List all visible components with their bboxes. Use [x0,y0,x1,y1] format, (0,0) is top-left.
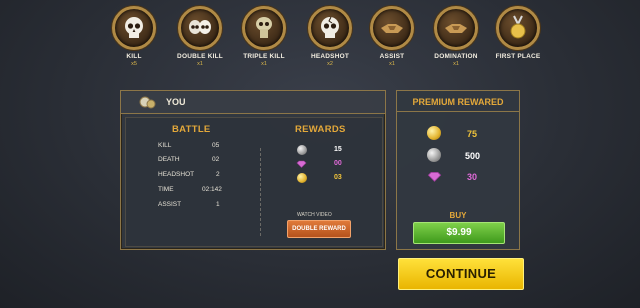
battle-title: BATTLE [172,124,211,135]
pink-gem-icon [296,160,307,168]
medal-first-place: FIRST PLACE [488,6,548,61]
medal-kill: KILL x5 [104,6,164,67]
reward-value: 03 [334,174,342,181]
stat-value: 1 [216,201,220,208]
pink-gem-icon [427,172,442,182]
triple-skull-icon [242,6,286,50]
medal-name: DOUBLE KILL [177,53,223,60]
gold-coin-icon [297,173,307,183]
handshake-icon [434,6,478,50]
gold-medal-icon [496,6,540,50]
stat-value: 02:142 [202,186,222,193]
stat-label: KILL [158,142,172,149]
medal-name: KILL [126,53,142,60]
results-panel: YOU BATTLE REWARDS KILL 05 DEATH 02 HEAD… [120,90,386,250]
medal-name: TRIPLE KILL [243,53,285,60]
column-divider [260,148,261,236]
medal-headshot: HEADSHOT x2 [300,6,360,67]
medal-badge-icon [139,96,156,109]
skull-icon [112,6,156,50]
premium-title: PREMIUM REWARED [412,97,504,107]
premium-value: 30 [467,172,478,182]
cracked-skull-icon [308,6,352,50]
medal-assist: ASSIST x1 [362,6,422,67]
panel-header: YOU [121,91,385,114]
reward-value: 15 [334,146,342,153]
stat-label: DEATH [158,156,180,163]
medals-row: KILL x5 DOUBLE KILL x1 TRIPLE KILL x1 HE… [104,6,544,86]
medal-name: DOMINATION [434,53,478,60]
stat-label: TIME [158,186,174,193]
double-skull-icon [178,6,222,50]
gold-coin-icon [427,126,441,140]
medal-triple-kill: TRIPLE KILL x1 [234,6,294,67]
medal-count: x1 [261,61,267,67]
medal-count: x5 [131,61,137,67]
medal-count: x2 [327,61,333,67]
medal-name: FIRST PLACE [495,53,541,60]
medal-domination: DOMINATION x1 [426,6,486,67]
continue-button[interactable]: CONTINUE [398,258,524,290]
medal-name: ASSIST [379,53,405,60]
medal-double-kill: DOUBLE KILL x1 [170,6,230,67]
stat-label: HEADSHOT [158,171,195,178]
premium-value: 75 [467,129,478,139]
medal-name: HEADSHOT [310,53,350,60]
premium-divider [397,111,519,112]
medal-count: x1 [197,61,203,67]
rewards-title: REWARDS [295,124,346,135]
stat-label: ASSIST [158,201,182,208]
stat-value: 02 [212,156,220,163]
medal-count: x1 [389,61,395,67]
stat-value: 2 [216,171,220,178]
double-reward-button[interactable]: DOUBLE REWARD [287,220,351,238]
premium-panel: PREMIUM REWARED 75 500 30 BUY $9.99 [396,90,520,250]
buy-label: BUY [449,211,467,220]
stat-value: 05 [212,142,220,149]
silver-coin-icon [297,145,307,155]
silver-coin-icon [427,148,441,162]
reward-value: 00 [334,160,342,167]
player-label: YOU [166,97,186,107]
watch-video-label: WATCH VIDEO [297,212,332,218]
premium-value: 500 [465,151,481,161]
medal-count: x1 [453,61,459,67]
buy-button[interactable]: $9.99 [413,222,505,244]
handshake-icon [370,6,414,50]
